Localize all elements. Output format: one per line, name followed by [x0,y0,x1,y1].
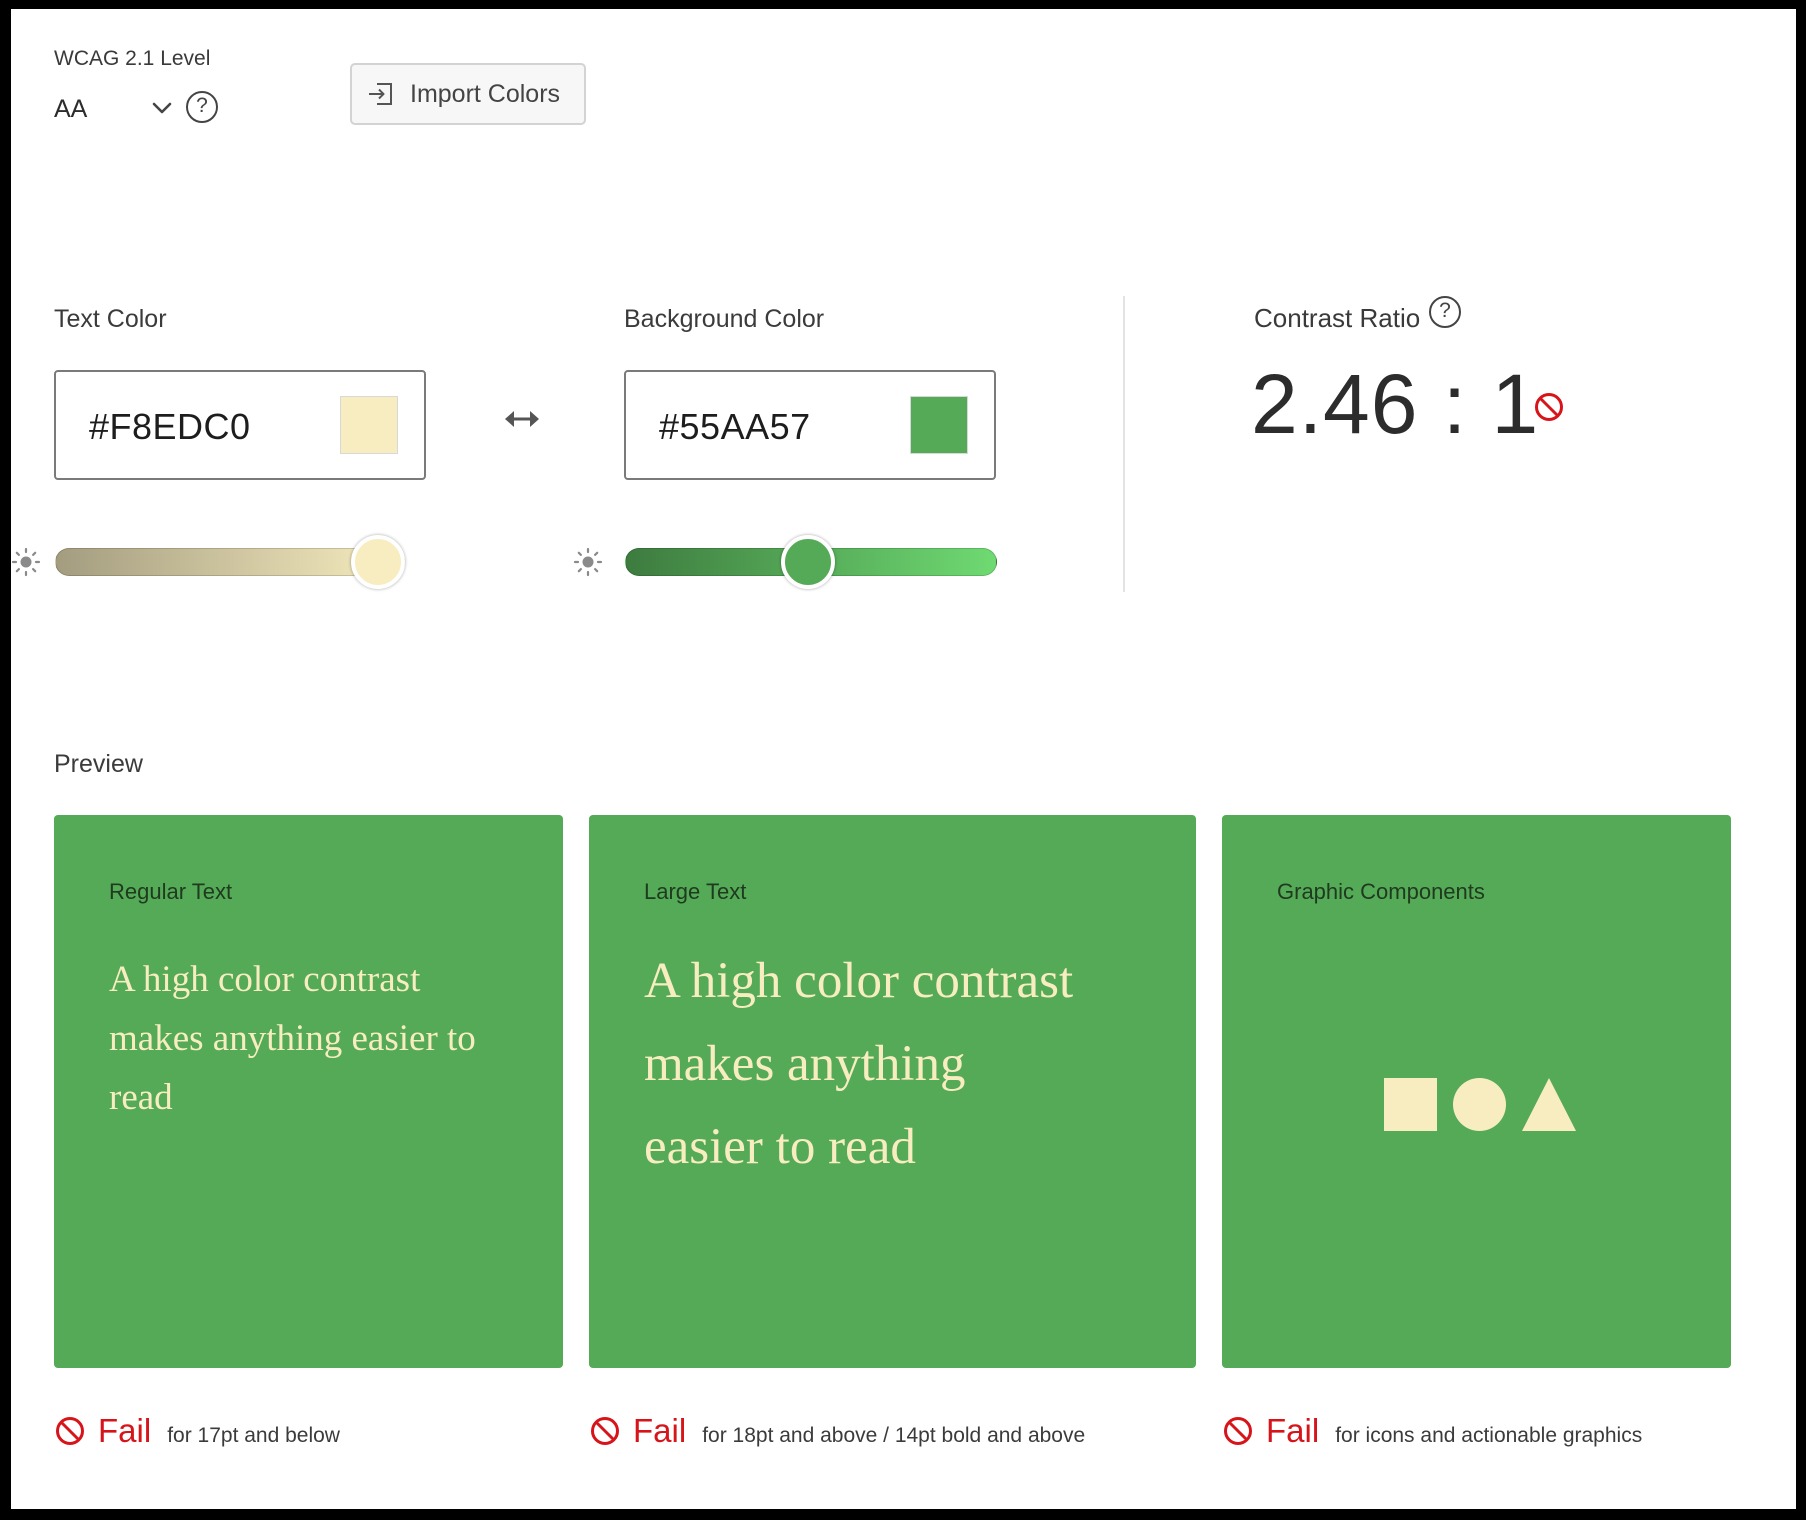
brightness-icon [573,547,603,577]
import-colors-label: Import Colors [410,79,561,108]
wcag-level-label: WCAG 2.1 Level [54,47,211,70]
wcag-help-icon[interactable]: ? [186,91,218,123]
contrast-checker-panel: WCAG 2.1 Level AA ? Import Colors Text C… [11,9,1796,1509]
background-color-hex[interactable]: #55AA57 [659,406,811,448]
large-text-result: Fail for 18pt and above / 14pt bold and … [589,1412,1085,1450]
card-title: Graphic Components [1277,879,1485,904]
contrast-ratio-value: 2.46 : 1 [1251,357,1540,451]
section-divider [1123,296,1125,592]
fail-icon [1535,393,1563,421]
regular-text-sample: A high color contrast makes anything eas… [109,959,476,1118]
square-shape [1384,1078,1437,1131]
text-color-input[interactable]: #F8EDC0 [54,370,426,480]
text-color-slider-thumb[interactable] [351,535,405,589]
background-color-label: Background Color [624,305,825,333]
circle-shape [1453,1078,1506,1131]
result-description: for icons and actionable graphics [1335,1424,1643,1447]
large-text-preview-card: Large Text A high color contrast makes a… [589,815,1196,1368]
brightness-icon [11,547,41,577]
text-color-hex[interactable]: #F8EDC0 [89,406,251,448]
background-color-swatch[interactable] [910,396,968,454]
result-status: Fail [1266,1412,1320,1449]
card-title: Regular Text [109,879,233,904]
large-text-sample: A high color contrast makes anything eas… [644,953,1074,1175]
import-colors-button[interactable]: Import Colors [350,63,586,125]
import-icon [369,83,392,105]
fail-icon [1224,1417,1252,1445]
fail-icon [591,1417,619,1445]
result-status: Fail [633,1412,687,1449]
background-color-slider-thumb[interactable] [780,535,835,589]
preview-label: Preview [54,750,143,778]
text-color-swatch[interactable] [340,396,398,454]
graphic-components-preview-card: Graphic Components [1222,815,1731,1368]
contrast-help-icon[interactable]: ? [1429,296,1461,328]
graphic-components-result: Fail for icons and actionable graphics [1222,1412,1642,1450]
swap-icon[interactable] [501,407,543,431]
text-color-label: Text Color [54,305,167,333]
wcag-level-select[interactable]: AA [54,95,87,124]
chevron-down-icon[interactable] [149,95,175,121]
regular-text-result: Fail for 17pt and below [54,1412,340,1450]
result-description: for 17pt and below [167,1424,340,1447]
triangle-shape [1522,1078,1576,1131]
card-title: Large Text [644,879,747,904]
contrast-ratio-label: Contrast Ratio [1254,303,1421,333]
regular-text-preview-card: Regular Text A high color contrast makes… [54,815,563,1368]
background-color-input[interactable]: #55AA57 [624,370,996,480]
result-status: Fail [98,1412,152,1449]
fail-icon [56,1417,84,1445]
result-description: for 18pt and above / 14pt bold and above [702,1424,1086,1447]
